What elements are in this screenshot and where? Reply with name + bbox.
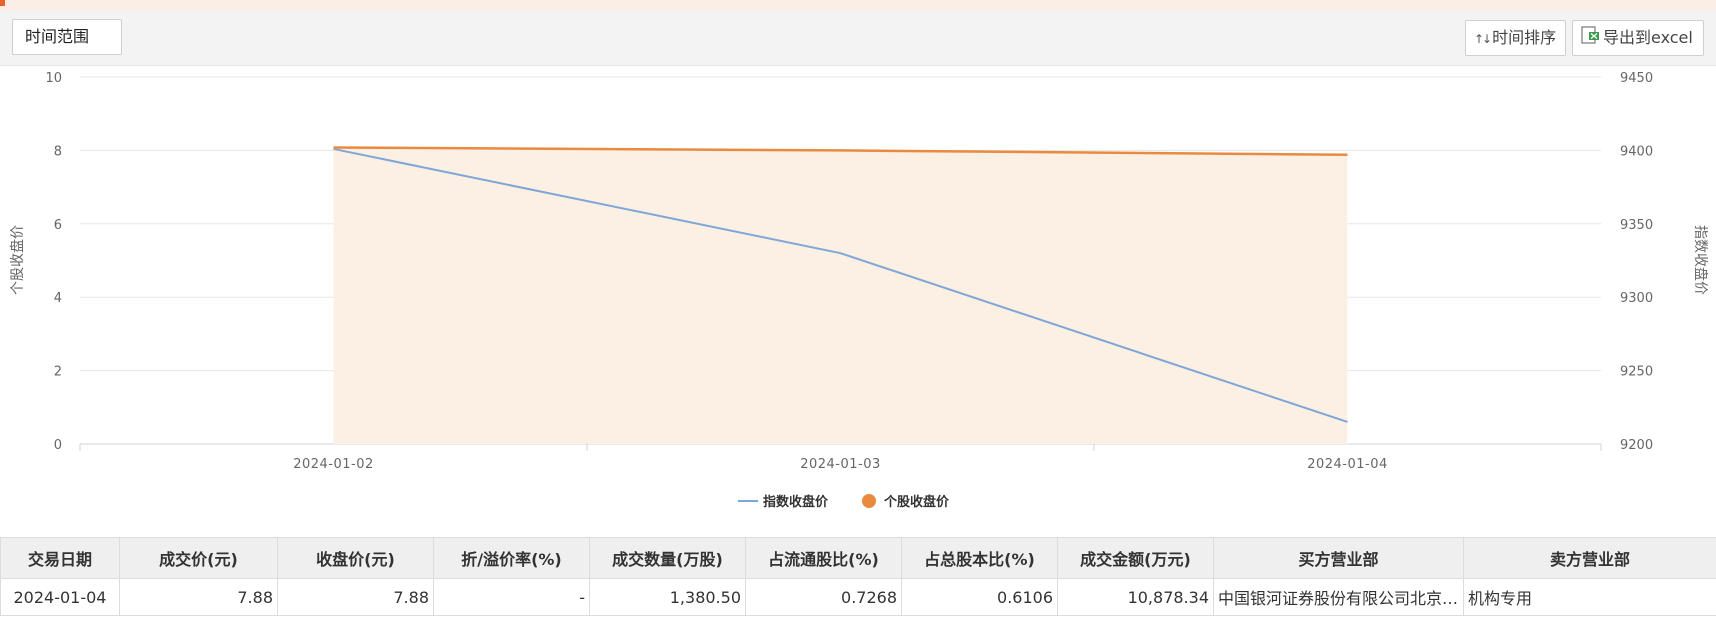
y-left-axis-label: 个股收盘价	[9, 225, 26, 295]
excel-icon	[1581, 22, 1601, 56]
header-trade-date: 交易日期	[0, 537, 120, 579]
x-tick-label: 2024-01-02	[293, 457, 374, 472]
y-right-tick-label: 9350	[1620, 218, 1653, 233]
export-excel-button[interactable]: 导出到excel	[1572, 20, 1704, 56]
time-sort-label: 时间排序	[1492, 28, 1557, 47]
table-row: 2024-01-04 7.88 7.88 - 1,380.50 0.7268 0…	[0, 578, 1716, 616]
x-tick-label: 2024-01-04	[1307, 457, 1388, 472]
y-left-tick-label: 8	[54, 144, 62, 159]
cell-amount: 10,878.34	[1057, 578, 1214, 616]
time-sort-button[interactable]: ↑↓ 时间排序	[1465, 20, 1566, 56]
y-right-axis-label: 指数收盘价	[1692, 225, 1709, 295]
toolbar: 时间范围 ↑↓ 时间排序 导出到excel	[0, 11, 1716, 66]
header-volume: 成交数量(万股)	[589, 537, 746, 579]
y-right-tick-label: 9250	[1620, 365, 1653, 380]
cell-trade-date: 2024-01-04	[0, 578, 120, 616]
header-total-ratio: 占总股本比(%)	[901, 537, 1058, 579]
x-tick-label: 2024-01-03	[800, 457, 881, 472]
cell-volume: 1,380.50	[589, 578, 746, 616]
legend-index-label: 指数收盘价	[763, 494, 829, 510]
y-left-tick-label: 0	[54, 438, 62, 453]
cell-deal-price: 7.88	[119, 578, 278, 616]
y-right-tick-label: 9300	[1620, 291, 1653, 306]
stock-area-fill	[333, 147, 1348, 444]
y-right-tick-label: 9200	[1620, 438, 1653, 453]
header-close-price: 收盘价(元)	[277, 537, 434, 579]
y-left-tick-label: 2	[54, 365, 62, 380]
chart-area: 0 2 4 6 8 10 9200 9250 9300 9350 9400 9450 2024-01-0…	[0, 66, 1716, 536]
trade-table: 交易日期 成交价(元) 收盘价(元) 折/溢价率(%) 成交数量(万股) 占流通…	[0, 537, 1716, 616]
cell-total-ratio: 0.6106	[901, 578, 1058, 616]
cell-premium-rate: -	[433, 578, 590, 616]
export-excel-label: 导出到excel	[1603, 28, 1693, 47]
y-right-tick-label: 9400	[1620, 144, 1653, 159]
sort-icon: ↑↓	[1474, 31, 1492, 46]
section-accent	[0, 0, 5, 6]
header-deal-price: 成交价(元)	[119, 537, 278, 579]
header-amount: 成交金额(万元)	[1057, 537, 1214, 579]
cell-buyer[interactable]: 中国银河证券股份有限公司北京中关村大街证券营业部	[1213, 578, 1464, 616]
legend-stock-label: 个股收盘价	[883, 494, 950, 510]
header-premium-rate: 折/溢价率(%)	[433, 537, 590, 579]
cell-seller[interactable]: 机构专用	[1463, 578, 1716, 616]
table-header-row: 交易日期 成交价(元) 收盘价(元) 折/溢价率(%) 成交数量(万股) 占流通…	[0, 537, 1716, 579]
legend-stock-swatch	[862, 494, 876, 508]
header-buyer: 买方营业部	[1213, 537, 1464, 579]
time-range-button[interactable]: 时间范围	[12, 19, 122, 55]
cell-float-ratio: 0.7268	[745, 578, 902, 616]
cell-close-price: 7.88	[277, 578, 434, 616]
chart-svg: 0 2 4 6 8 10 9200 9250 9300 9350 9400 9450 2024-01-0…	[9, 71, 1709, 510]
y-left-tick-label: 6	[54, 218, 62, 233]
y-left-tick-label: 4	[54, 291, 62, 306]
y-left-tick-label: 10	[45, 71, 62, 86]
top-strip	[0, 0, 1716, 11]
header-float-ratio: 占流通股比(%)	[745, 537, 902, 579]
y-right-tick-label: 9450	[1620, 71, 1653, 86]
header-seller: 卖方营业部	[1463, 537, 1716, 579]
